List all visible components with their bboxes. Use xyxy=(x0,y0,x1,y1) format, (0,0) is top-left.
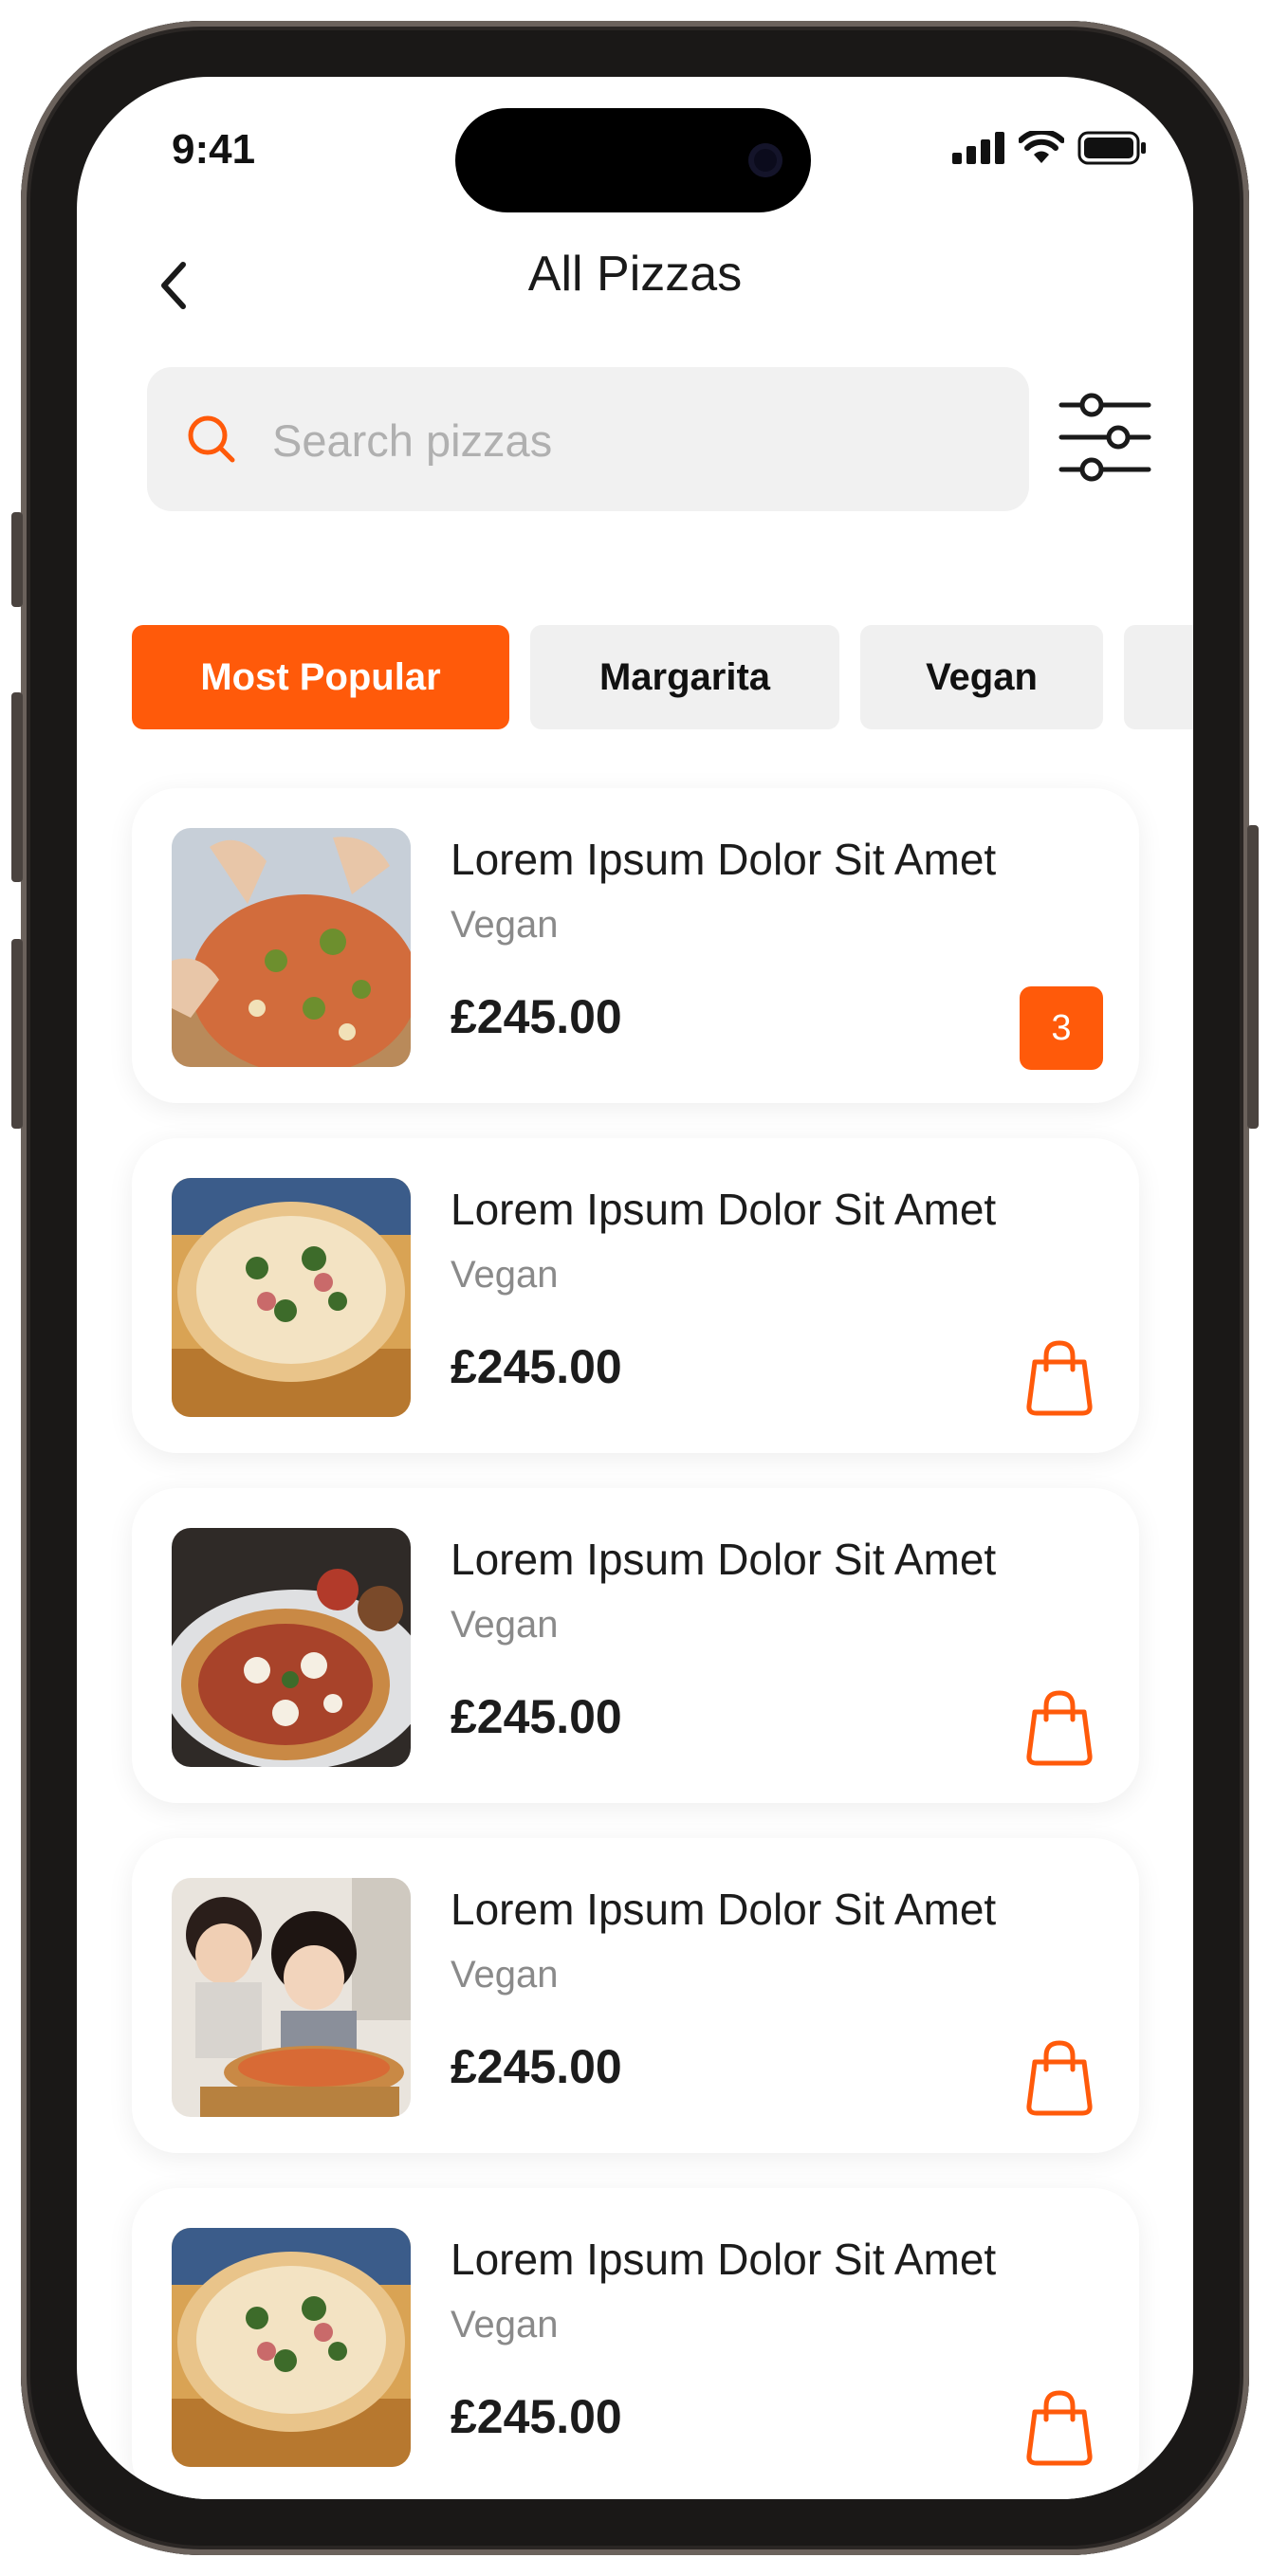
cart-quantity-badge[interactable]: 3 xyxy=(1020,986,1103,1070)
add-to-cart-button[interactable] xyxy=(1022,2035,1097,2117)
product-category: Vegan xyxy=(451,1604,559,1646)
front-camera xyxy=(748,143,782,177)
search-icon xyxy=(188,415,235,463)
filter-sliders-icon xyxy=(1058,393,1151,482)
pizza-photo xyxy=(172,1178,411,1417)
phone-volume-down-button xyxy=(11,939,23,1129)
product-price: £245.00 xyxy=(451,990,622,1043)
search-bar[interactable] xyxy=(147,367,1029,511)
filter-button[interactable] xyxy=(1058,390,1152,485)
shopping-bag-icon xyxy=(1026,2390,1093,2466)
pizza-photo xyxy=(172,1528,411,1767)
shopping-bag-icon xyxy=(1026,1340,1093,1416)
app-screen: 9:41 All Pizzas Search pizzas Most Popul… xyxy=(77,77,1193,2499)
pizza-card[interactable]: Lorem Ipsum Dolor Sit Amet Vegan £245.00 xyxy=(132,1488,1139,1803)
product-category: Vegan xyxy=(451,904,559,946)
category-tab-more[interactable] xyxy=(1124,625,1193,729)
battery-icon xyxy=(1077,131,1146,165)
product-title: Lorem Ipsum Dolor Sit Amet xyxy=(451,1885,997,1934)
phone-volume-up-button xyxy=(11,692,23,882)
phone-power-button xyxy=(1247,825,1259,1129)
add-to-cart-button[interactable] xyxy=(1022,2385,1097,2467)
product-title: Lorem Ipsum Dolor Sit Amet xyxy=(451,2235,997,2284)
product-category: Vegan xyxy=(451,1954,559,1996)
product-price: £245.00 xyxy=(451,1340,622,1393)
add-to-cart-button[interactable] xyxy=(1022,1335,1097,1417)
product-title: Lorem Ipsum Dolor Sit Amet xyxy=(451,1185,997,1234)
product-price: £245.00 xyxy=(451,1690,622,1743)
category-tab-vegan[interactable]: Vegan xyxy=(860,625,1103,729)
pizza-photo xyxy=(172,828,411,1067)
dynamic-island xyxy=(455,108,811,212)
category-tab-margarita[interactable]: Margarita xyxy=(530,625,839,729)
search-input[interactable] xyxy=(270,401,995,479)
product-title: Lorem Ipsum Dolor Sit Amet xyxy=(451,1535,997,1584)
shopping-bag-icon xyxy=(1026,2040,1093,2116)
product-price: £245.00 xyxy=(451,2390,622,2443)
shopping-bag-icon xyxy=(1026,1690,1093,1766)
pizza-photo xyxy=(172,1878,411,2117)
page-title: All Pizzas xyxy=(527,247,743,302)
product-title: Lorem Ipsum Dolor Sit Amet xyxy=(451,835,997,884)
pizza-card[interactable]: Lorem Ipsum Dolor Sit Amet Vegan £245.00 xyxy=(132,1838,1139,2153)
category-tab-most-popular[interactable]: Most Popular xyxy=(132,625,509,729)
wifi-icon xyxy=(1019,131,1064,163)
status-icons xyxy=(952,129,1148,167)
product-price: £245.00 xyxy=(451,2040,622,2093)
pizza-card[interactable]: Lorem Ipsum Dolor Sit Amet Vegan £245.00… xyxy=(132,788,1139,1103)
phone-action-button xyxy=(11,512,23,607)
category-tabs: Most Popular Margarita Vegan xyxy=(132,625,1193,729)
product-category: Vegan xyxy=(451,1254,559,1296)
cellular-signal-icon xyxy=(952,132,1004,164)
pizza-photo xyxy=(172,2228,411,2467)
product-category: Vegan xyxy=(451,2304,559,2346)
add-to-cart-button[interactable] xyxy=(1022,1685,1097,1767)
status-time: 9:41 xyxy=(172,126,256,173)
pizza-card[interactable]: Lorem Ipsum Dolor Sit Amet Vegan £245.00 xyxy=(132,2188,1139,2499)
pizza-card[interactable]: Lorem Ipsum Dolor Sit Amet Vegan £245.00 xyxy=(132,1138,1139,1453)
